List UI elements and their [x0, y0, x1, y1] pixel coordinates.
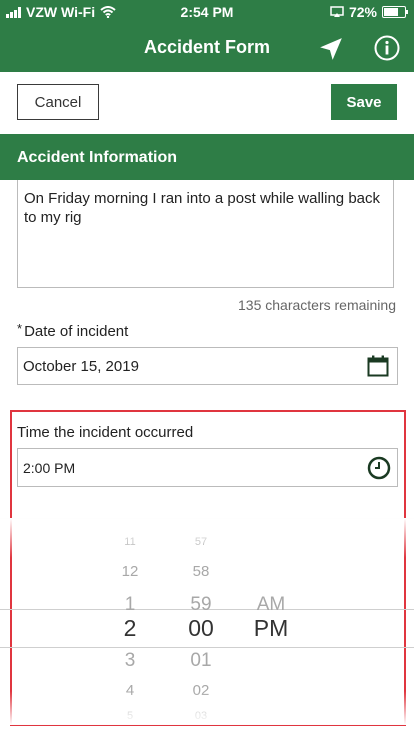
- date-field[interactable]: October 15, 2019: [17, 347, 398, 385]
- clock-icon[interactable]: [367, 456, 391, 480]
- picker-hour-option[interactable]: 1: [100, 594, 160, 616]
- date-label: * Date of incident: [17, 321, 128, 340]
- info-icon[interactable]: [374, 35, 400, 61]
- date-label-text: Date of incident: [24, 323, 129, 340]
- location-arrow-icon[interactable]: [318, 36, 344, 62]
- picker-minute-option[interactable]: 01: [171, 650, 231, 672]
- page-title: Accident Form: [143, 37, 271, 57]
- calendar-icon[interactable]: [367, 355, 389, 377]
- picker-period-option[interactable]: AM: [241, 594, 301, 616]
- picker-fade-bottom: [0, 691, 414, 725]
- description-textarea[interactable]: On Friday morning I ran into a post whil…: [17, 180, 394, 288]
- time-field[interactable]: 2:00 PM: [17, 448, 398, 487]
- picker-period-option[interactable]: PM: [241, 615, 301, 642]
- picker-minute-option[interactable]: 59: [171, 594, 231, 616]
- characters-remaining: 135 characters remaining: [238, 297, 396, 313]
- picker-fade-top: [0, 518, 414, 558]
- picker-minute-option[interactable]: 00: [171, 615, 231, 642]
- form-toolbar: Cancel Save: [0, 72, 414, 134]
- picker-selection-bottom: [0, 647, 414, 648]
- section-title: Accident Information: [17, 149, 178, 166]
- time-value: 2:00 PM: [23, 460, 76, 476]
- battery-icon: [382, 6, 408, 18]
- cancel-button[interactable]: Cancel: [17, 84, 99, 120]
- picker-hour-option[interactable]: 3: [100, 650, 160, 672]
- status-bar: VZW Wi-Fi 2:54 PM 72%: [0, 0, 414, 24]
- time-picker[interactable]: 11121234557585900010203AMPM: [0, 518, 414, 725]
- time-label: Time the incident occurred: [17, 424, 194, 441]
- picker-hour-option[interactable]: 12: [100, 563, 160, 580]
- section-header: Accident Information: [0, 134, 414, 180]
- screen-mirroring-icon: [330, 6, 344, 17]
- battery-percent: 72%: [348, 4, 377, 20]
- required-asterisk: *: [17, 321, 23, 336]
- date-value: October 15, 2019: [23, 358, 139, 375]
- picker-minute-option[interactable]: 58: [171, 563, 231, 580]
- picker-hour-option[interactable]: 2: [100, 615, 160, 642]
- save-button[interactable]: Save: [331, 84, 397, 120]
- status-right: 72%: [330, 4, 408, 20]
- nav-bar: Accident Form: [0, 24, 414, 72]
